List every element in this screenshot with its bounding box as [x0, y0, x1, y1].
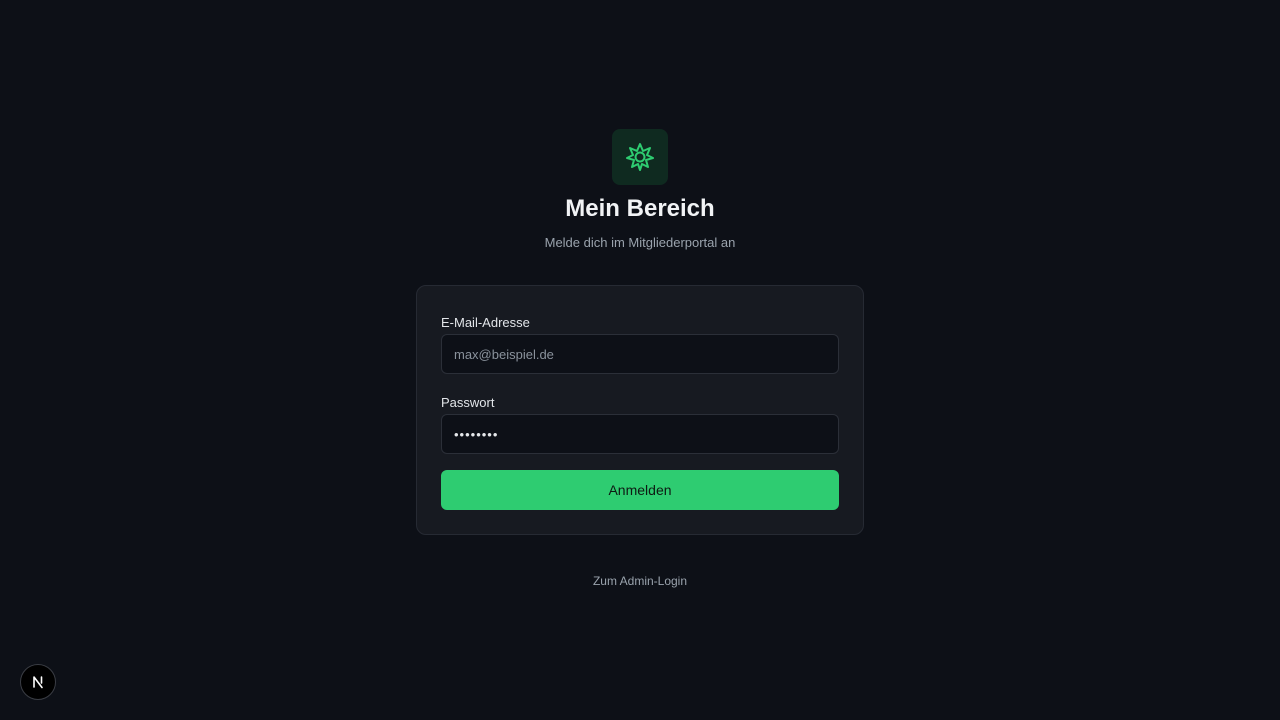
page-subtitle: Melde dich im Mitgliederportal an: [544, 235, 736, 250]
password-label: Passwort: [441, 395, 495, 410]
login-button[interactable]: Anmelden: [441, 470, 839, 510]
brand-logo: [612, 129, 668, 185]
nextjs-devtools-button[interactable]: [20, 664, 56, 700]
admin-login-link[interactable]: Zum Admin-Login: [593, 574, 687, 588]
login-form: E-Mail-Adresse Passwort Anmelden: [416, 285, 864, 535]
password-field[interactable]: [441, 414, 839, 454]
page-title: Mein Bereich: [565, 195, 715, 222]
nextjs-icon: [33, 676, 43, 689]
login-page: Mein Bereich Melde dich im Mitgliederpor…: [0, 0, 1280, 720]
email-field[interactable]: [441, 334, 839, 374]
email-label: E-Mail-Adresse: [441, 315, 530, 330]
admin-login-row: Zum Admin-Login: [0, 573, 1280, 589]
leaf-icon: [626, 143, 654, 171]
